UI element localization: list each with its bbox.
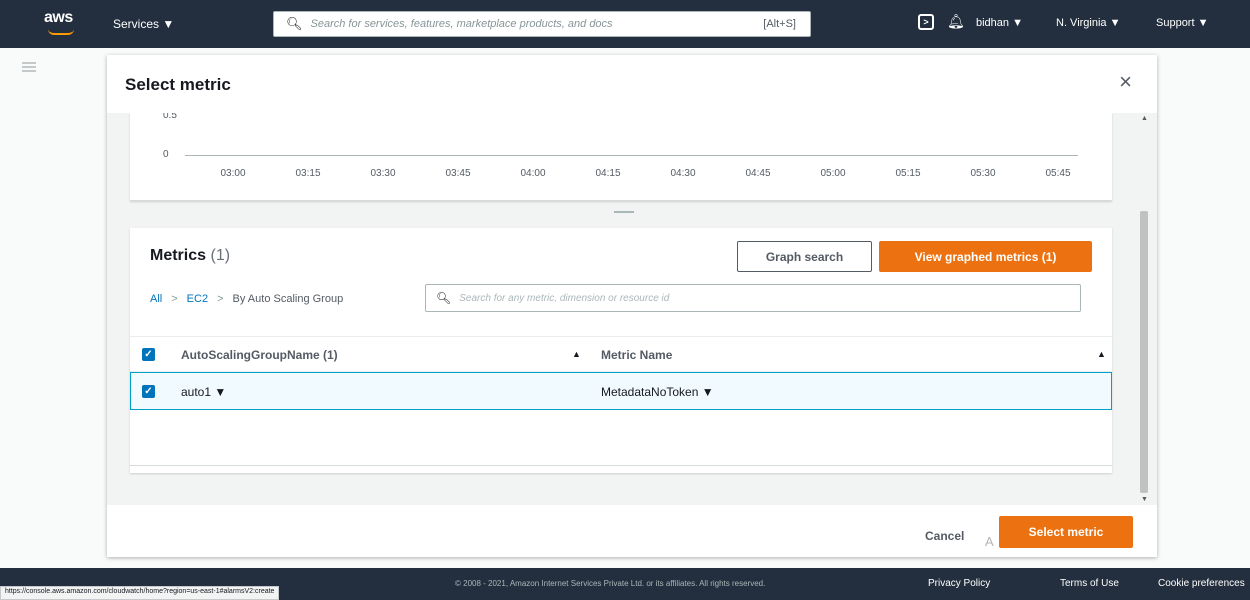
- breadcrumb-ec2[interactable]: EC2: [187, 293, 208, 305]
- bell-icon[interactable]: 🔔︎: [947, 13, 965, 30]
- top-navigation-bar: aws Services ▼ 🔍︎ Search for services, f…: [0, 0, 1250, 48]
- x-tick-label: 04:45: [745, 168, 771, 179]
- sort-icon[interactable]: ▲: [1097, 349, 1106, 359]
- search-icon: 🔍︎: [286, 16, 303, 31]
- x-tick-label: 04:30: [670, 168, 696, 179]
- y-tick-label: 0: [163, 149, 169, 160]
- sort-icon[interactable]: ▲: [572, 349, 581, 359]
- x-tick-label: 03:45: [445, 168, 471, 179]
- copyright-text: © 2008 - 2021, Amazon Internet Services …: [455, 579, 766, 588]
- metric-search-placeholder: Search for any metric, dimension or reso…: [459, 292, 670, 304]
- windows-activation-watermark: A: [985, 534, 994, 549]
- resize-handle[interactable]: [614, 211, 634, 213]
- x-tick-label: 03:30: [370, 168, 396, 179]
- modal-scrollbar[interactable]: ▲ ▼: [1139, 113, 1149, 505]
- metrics-panel: Metrics (1) Graph search View graphed me…: [130, 228, 1112, 473]
- view-graphed-metrics-button[interactable]: View graphed metrics (1): [879, 241, 1092, 272]
- x-tick-label: 04:00: [520, 168, 546, 179]
- close-icon[interactable]: ×: [1119, 71, 1132, 93]
- scroll-down-icon[interactable]: ▼: [1141, 496, 1148, 503]
- row-checkbox[interactable]: ✓: [142, 385, 155, 398]
- services-menu[interactable]: Services ▼: [113, 17, 174, 31]
- aws-logo[interactable]: aws: [44, 9, 84, 39]
- x-tick-label: 03:15: [295, 168, 321, 179]
- column-header-group[interactable]: AutoScalingGroupName (1): [181, 348, 338, 362]
- breadcrumb-all[interactable]: All: [150, 293, 162, 305]
- x-tick-label: 05:00: [820, 168, 846, 179]
- table-header: ✓ AutoScalingGroupName (1) ▲ Metric Name…: [130, 336, 1112, 372]
- x-tick-label: 05:15: [895, 168, 921, 179]
- metrics-heading: Metrics (1): [150, 247, 230, 265]
- metric-search-input[interactable]: 🔍︎ Search for any metric, dimension or r…: [425, 284, 1081, 312]
- search-icon: 🔍︎: [436, 291, 452, 305]
- scrollbar-thumb[interactable]: [1140, 211, 1148, 493]
- y-tick-label: 0.5: [163, 113, 177, 121]
- hamburger-menu-icon[interactable]: [22, 62, 36, 72]
- user-menu[interactable]: bidhan ▼: [976, 17, 1023, 29]
- x-tick-label: 04:15: [595, 168, 621, 179]
- graph-search-button[interactable]: Graph search: [737, 241, 872, 272]
- select-all-checkbox[interactable]: ✓: [142, 348, 155, 361]
- table-row[interactable]: ✓ auto1 ▼ MetadataNoToken ▼: [130, 372, 1112, 410]
- x-axis-line: [185, 155, 1078, 156]
- modal-title: Select metric: [125, 75, 231, 94]
- column-header-metric[interactable]: Metric Name: [601, 348, 672, 362]
- cloudshell-icon[interactable]: >: [918, 14, 934, 30]
- aws-logo-text: aws: [44, 9, 73, 26]
- scroll-up-icon[interactable]: ▲: [1141, 115, 1148, 122]
- support-menu[interactable]: Support ▼: [1156, 17, 1208, 29]
- x-tick-label: 05:45: [1045, 168, 1071, 179]
- region-menu[interactable]: N. Virginia ▼: [1056, 17, 1121, 29]
- breadcrumb-separator: >: [171, 293, 178, 305]
- cancel-button[interactable]: Cancel: [925, 529, 964, 543]
- terms-of-use-link[interactable]: Terms of Use: [1060, 578, 1119, 589]
- breadcrumb-group: By Auto Scaling Group: [232, 293, 344, 305]
- metrics-title: Metrics: [150, 247, 207, 264]
- table-bottom-border: [130, 465, 1112, 466]
- aws-smile-icon: [48, 29, 74, 35]
- metric-graph: 0.5 0 03:00 03:15 03:30 03:45 04:00 04:15 04:3…: [130, 113, 1112, 201]
- status-bar-url: https://console.aws.amazon.com/cloudwatc…: [0, 586, 280, 600]
- cell-group[interactable]: auto1 ▼: [181, 385, 226, 399]
- modal-body: 0.5 0 03:00 03:15 03:30 03:45 04:00 04:15 04:3…: [107, 113, 1157, 505]
- select-metric-modal: Select metric × 0.5 0 03:00 03:15 03:30 03:…: [107, 55, 1157, 557]
- cell-metric[interactable]: MetadataNoToken ▼: [601, 385, 714, 399]
- cookie-preferences-link[interactable]: Cookie preferences: [1158, 578, 1245, 589]
- x-tick-label: 05:30: [970, 168, 996, 179]
- metrics-count: (1): [210, 247, 231, 264]
- breadcrumb: All > EC2 > By Auto Scaling Group: [150, 293, 343, 305]
- select-metric-button[interactable]: Select metric: [999, 516, 1133, 548]
- privacy-policy-link[interactable]: Privacy Policy: [928, 578, 990, 589]
- global-search-input[interactable]: 🔍︎ Search for services, features, market…: [273, 11, 811, 37]
- breadcrumb-separator: >: [217, 293, 224, 305]
- search-placeholder: Search for services, features, marketpla…: [310, 18, 613, 30]
- x-tick-label: 03:00: [220, 168, 246, 179]
- search-shortcut: [Alt+S]: [763, 18, 796, 30]
